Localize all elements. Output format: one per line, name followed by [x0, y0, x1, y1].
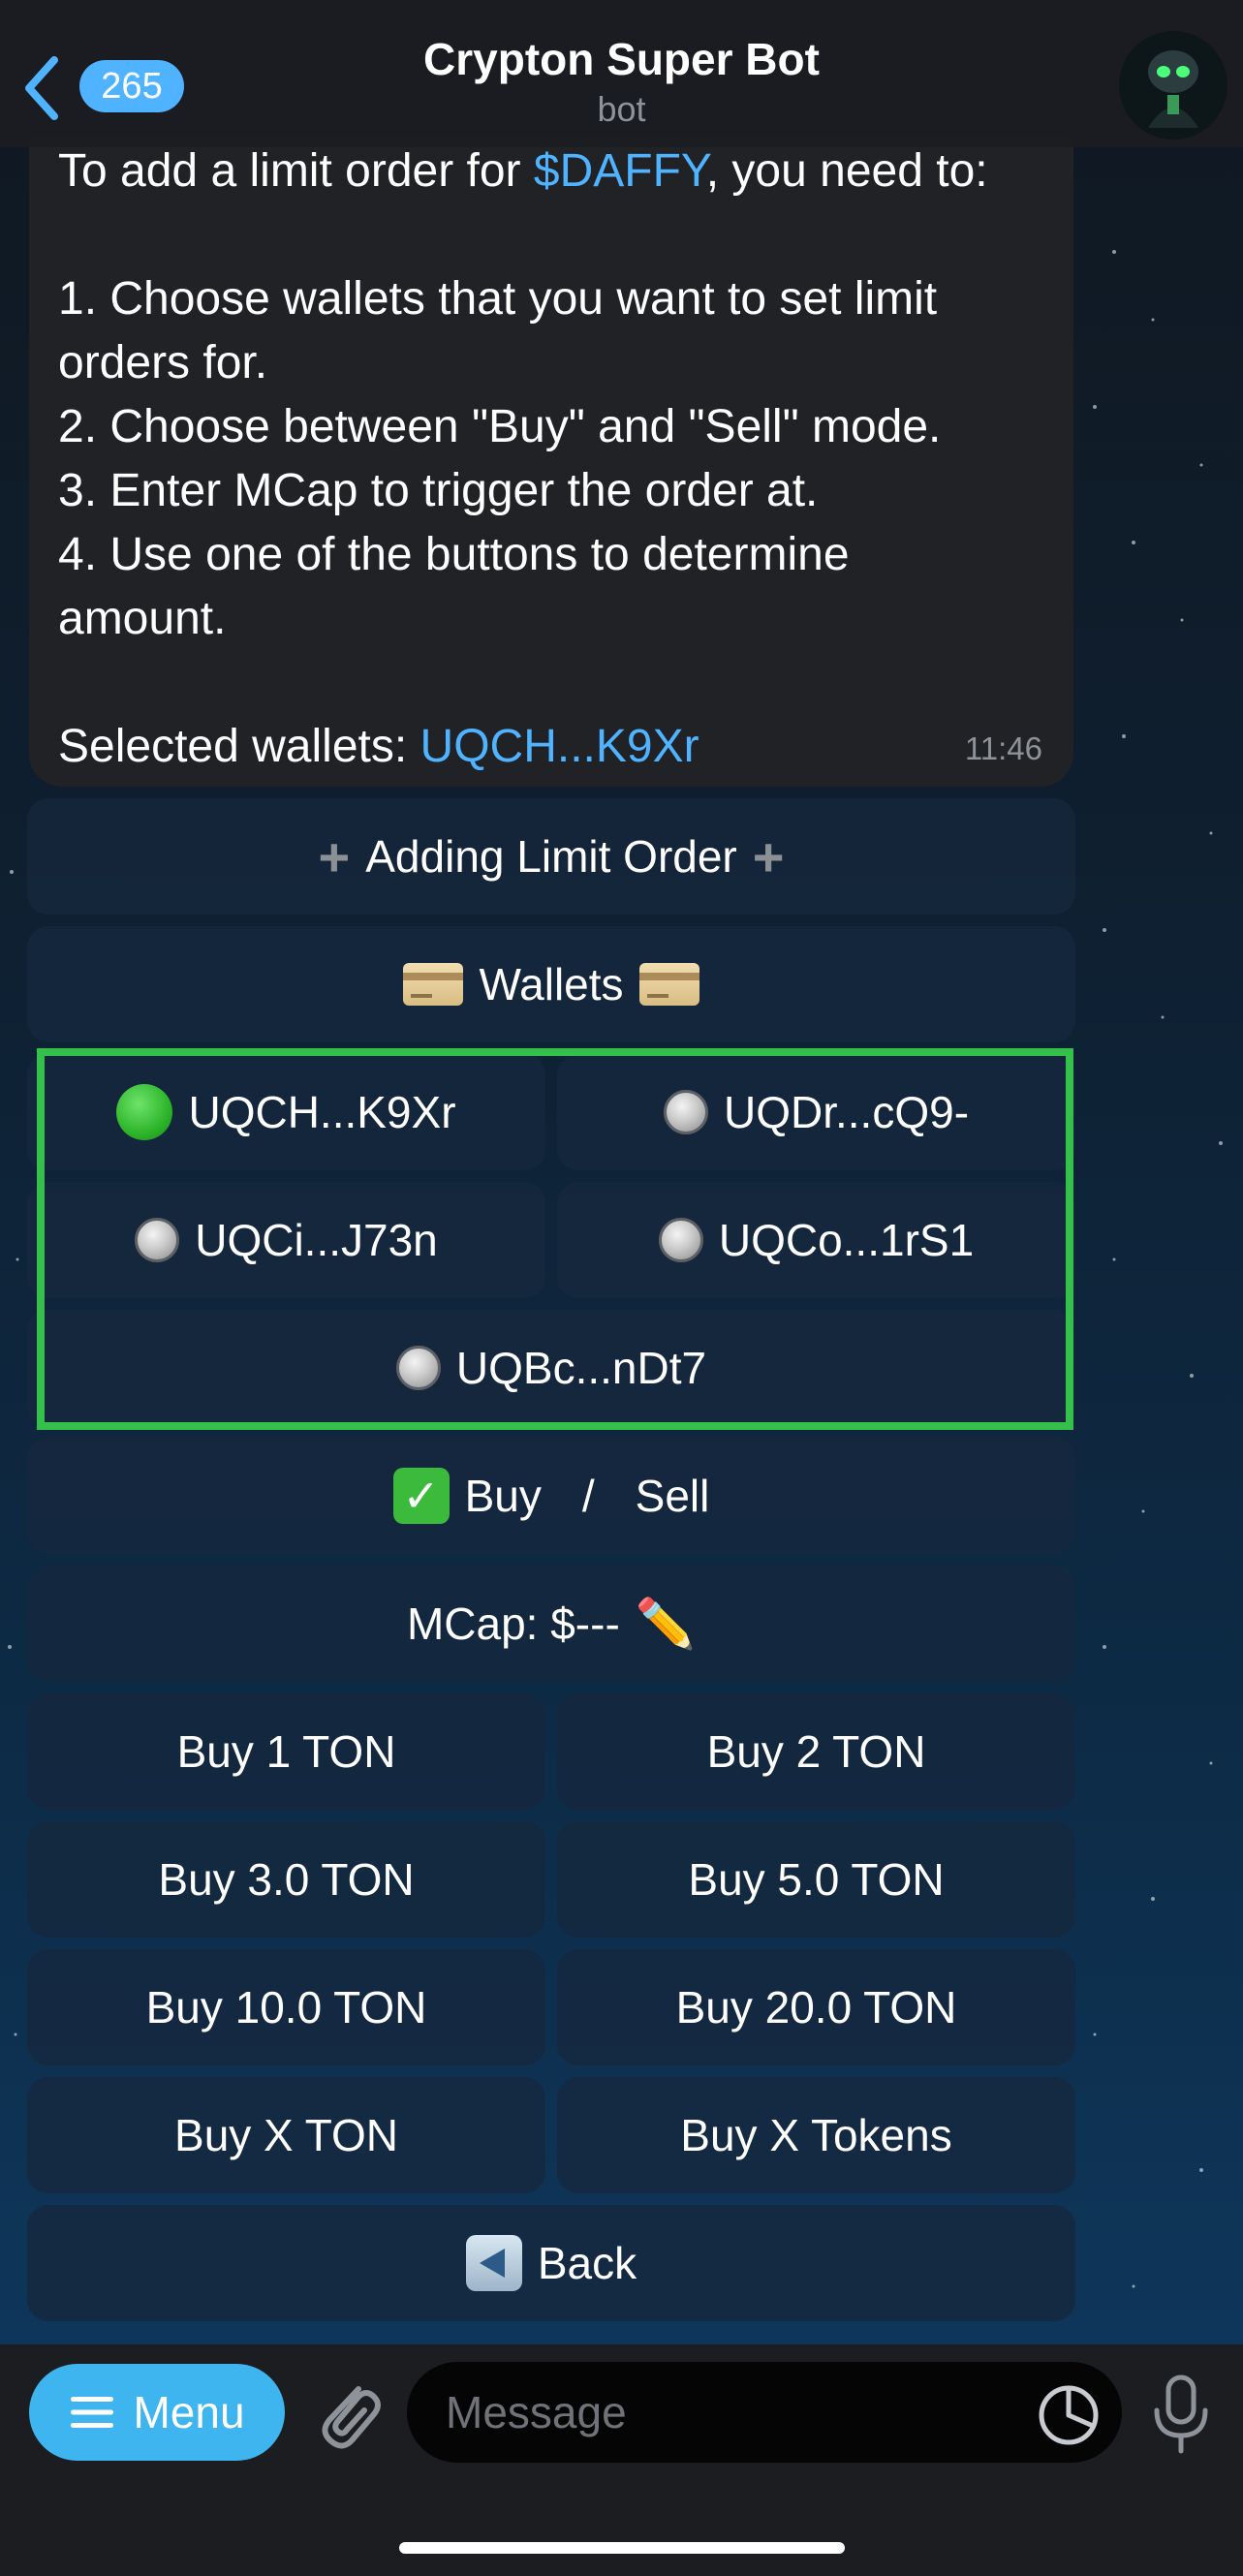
- back-to-chats-button[interactable]: 265: [14, 45, 184, 126]
- chat-title: Crypton Super Bot: [423, 34, 820, 84]
- button-label: Wallets: [479, 959, 624, 1009]
- credit-card-icon: [638, 963, 699, 1006]
- button-label: UQCi...J73n: [195, 1215, 438, 1265]
- wallets-button[interactable]: Wallets: [27, 926, 1075, 1042]
- radio-button-icon: [395, 1346, 441, 1390]
- chat-subtitle: bot: [597, 89, 646, 129]
- token-link[interactable]: $DAFFY: [534, 145, 706, 197]
- wallet-toggle-button[interactable]: UQCi...J73n: [27, 1182, 545, 1298]
- message-input[interactable]: [407, 2362, 1122, 2463]
- button-label: Back: [537, 2238, 637, 2288]
- buy-amount-button[interactable]: Buy 5.0 TON: [557, 1821, 1075, 1938]
- message-line: Selected wallets: UQCH...K9Xr: [58, 715, 699, 779]
- sticker-icon[interactable]: [1037, 2383, 1101, 2447]
- radio-button-icon: [658, 1218, 703, 1262]
- paperclip-icon[interactable]: [308, 2370, 386, 2457]
- message-text-segment: , you need to:: [705, 145, 988, 197]
- bot-avatar[interactable]: [1119, 31, 1227, 140]
- chevron-left-icon: [25, 56, 58, 120]
- credit-card-icon: [403, 963, 464, 1006]
- button-label: UQBc...nDt7: [455, 1343, 707, 1393]
- back-arrow-icon: [465, 2235, 522, 2291]
- separator: /: [581, 1471, 595, 1521]
- chat-header: 265 Crypton Super Bot bot: [0, 0, 1243, 147]
- check-mark-icon: ✓: [392, 1468, 450, 1524]
- menu-button[interactable]: Menu: [29, 2364, 285, 2461]
- wallet-toggle-button[interactable]: UQCH...K9Xr: [27, 1054, 545, 1170]
- radio-button-icon: [663, 1090, 708, 1134]
- bot-message-bubble: To add a limit order for $DAFFY, you nee…: [29, 136, 1073, 787]
- radio-button-icon: [135, 1218, 180, 1262]
- wallet-toggle-button[interactable]: UQCo...1rS1: [557, 1182, 1075, 1298]
- pencil-icon: ✏️: [635, 1596, 697, 1651]
- buy-x-tokens-button[interactable]: Buy X Tokens: [557, 2077, 1075, 2193]
- button-label: UQCo...1rS1: [718, 1215, 975, 1265]
- green-circle-icon: [116, 1084, 173, 1140]
- message-text-segment: Selected wallets:: [58, 721, 420, 772]
- buy-amount-button[interactable]: Buy 1 TON: [27, 1693, 545, 1810]
- button-label: UQDr...cQ9-: [723, 1087, 970, 1137]
- mcap-button[interactable]: MCap: $--- ✏️: [27, 1566, 1075, 1682]
- message-line: 3. Enter MCap to trigger the order at.: [58, 465, 819, 516]
- buy-amount-button[interactable]: Buy 3.0 TON: [27, 1821, 545, 1938]
- message-line: 1. Choose wallets that you want to set l…: [58, 273, 938, 325]
- back-button[interactable]: Back: [27, 2205, 1075, 2321]
- chat-title-area[interactable]: Crypton Super Bot bot: [291, 33, 952, 130]
- button-label: Adding Limit Order: [365, 831, 737, 882]
- wallet-toggle-button[interactable]: UQDr...cQ9-: [557, 1054, 1075, 1170]
- message-line: 4. Use one of the buttons to determine: [58, 529, 850, 580]
- buy-amount-button[interactable]: Buy 10.0 TON: [27, 1949, 545, 2065]
- message-line: amount.: [58, 593, 227, 644]
- robot-avatar-icon: [1119, 31, 1227, 140]
- message-line: 2. Choose between "Buy" and "Sell" mode.: [58, 401, 942, 452]
- hamburger-icon: [71, 2397, 114, 2428]
- buy-amount-button[interactable]: Buy 20.0 TON: [557, 1949, 1075, 2065]
- button-label: UQCH...K9Xr: [188, 1087, 456, 1137]
- microphone-icon[interactable]: [1151, 2374, 1211, 2457]
- message-line: To add a limit order for $DAFFY, you nee…: [58, 140, 988, 203]
- message-text-segment: To add a limit order for: [58, 145, 534, 197]
- selected-wallet-link[interactable]: UQCH...K9Xr: [420, 721, 699, 772]
- wallet-toggle-button[interactable]: UQBc...nDt7: [27, 1310, 1075, 1426]
- sell-label: Sell: [635, 1471, 710, 1521]
- buy-x-ton-button[interactable]: Buy X TON: [27, 2077, 545, 2193]
- buy-label: Buy: [464, 1471, 542, 1521]
- menu-label: Menu: [133, 2387, 245, 2437]
- unread-count-badge: 265: [79, 60, 184, 112]
- message-line: orders for.: [58, 337, 268, 388]
- buy-sell-toggle-button[interactable]: ✓ Buy / Sell: [27, 1438, 1075, 1554]
- adding-limit-order-button[interactable]: + Adding Limit Order +: [27, 798, 1075, 915]
- plus-icon: +: [752, 825, 785, 887]
- buy-amount-button[interactable]: Buy 2 TON: [557, 1693, 1075, 1810]
- home-indicator: [399, 2542, 845, 2554]
- message-timestamp: 11:46: [964, 730, 1042, 766]
- plus-icon: +: [318, 825, 351, 887]
- button-label: MCap: $---: [406, 1598, 620, 1649]
